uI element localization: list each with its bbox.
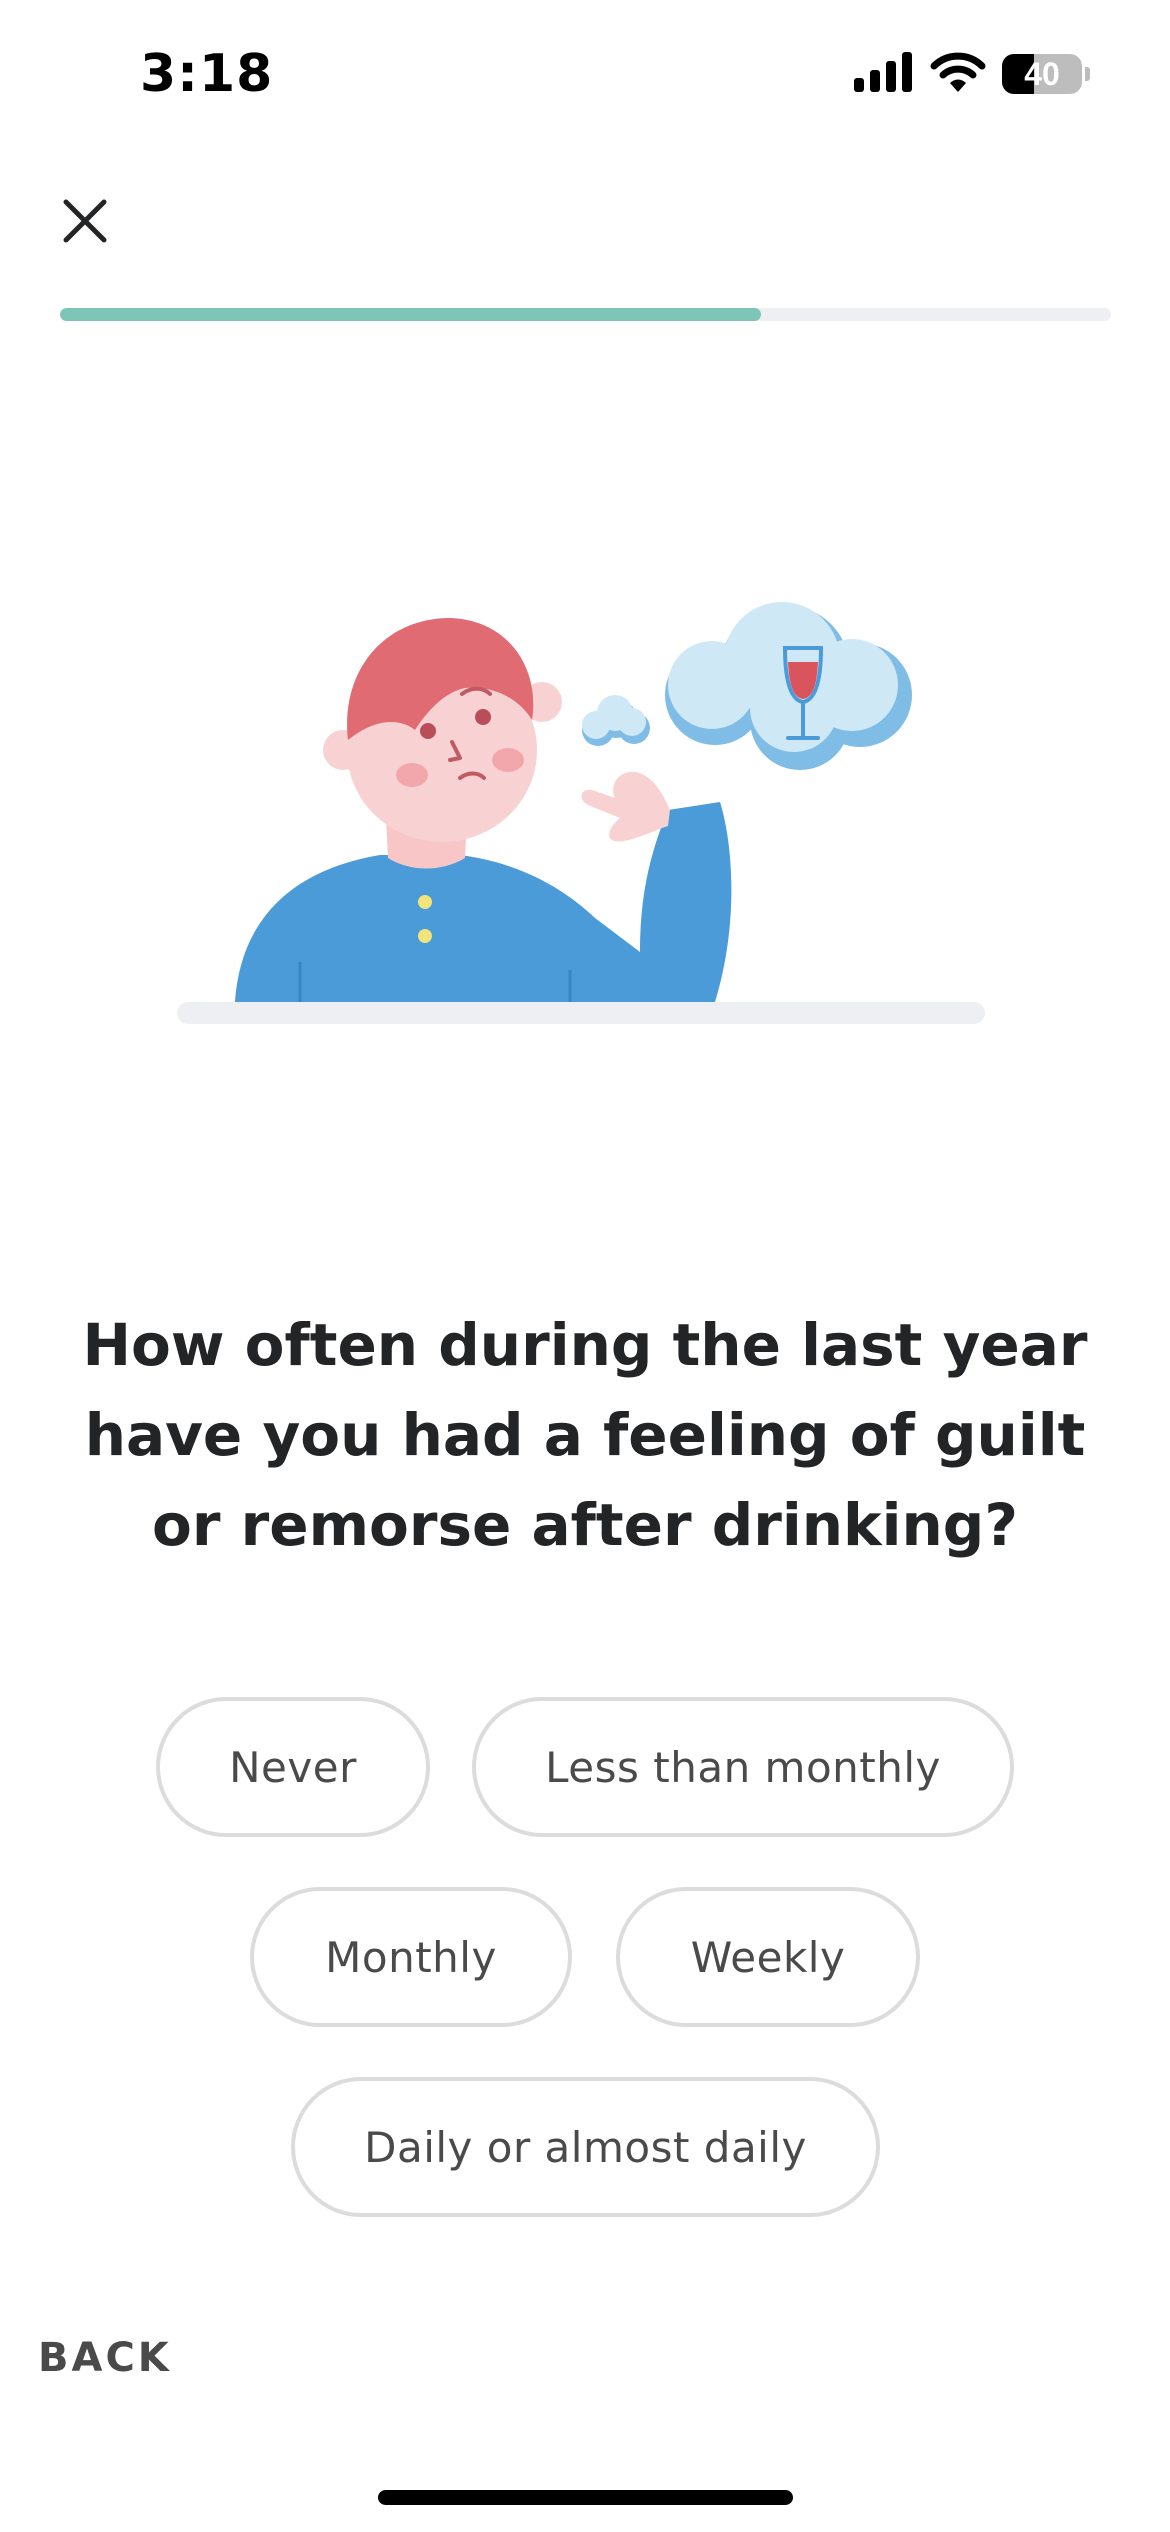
option-never[interactable]: Never <box>156 1697 430 1837</box>
question-text: How often during the last year have you … <box>82 1311 1088 1559</box>
back-button[interactable]: BACK <box>38 2335 172 2381</box>
status-time: 3:18 <box>140 44 274 104</box>
option-daily-or-almost-daily[interactable]: Daily or almost daily <box>291 2077 880 2217</box>
battery-level-text: 40 <box>1024 55 1060 92</box>
home-indicator[interactable] <box>378 2490 793 2505</box>
cellular-signal-icon <box>854 52 914 96</box>
battery-icon: 40 <box>1002 54 1090 94</box>
option-monthly[interactable]: Monthly <box>250 1887 572 2027</box>
illustration-worried-person <box>160 600 1010 1050</box>
close-button[interactable] <box>52 188 118 254</box>
wifi-icon <box>930 52 986 96</box>
close-icon <box>63 199 107 243</box>
option-less-than-monthly[interactable]: Less than monthly <box>472 1697 1014 1837</box>
battery-tip <box>1085 67 1090 81</box>
status-icons: 40 <box>854 52 1090 96</box>
battery-level: 40 <box>1002 54 1082 94</box>
progress-bar <box>60 308 1111 321</box>
option-weekly[interactable]: Weekly <box>616 1887 920 2027</box>
progress-fill <box>60 308 762 321</box>
status-bar: 3:18 40 <box>0 0 1170 150</box>
